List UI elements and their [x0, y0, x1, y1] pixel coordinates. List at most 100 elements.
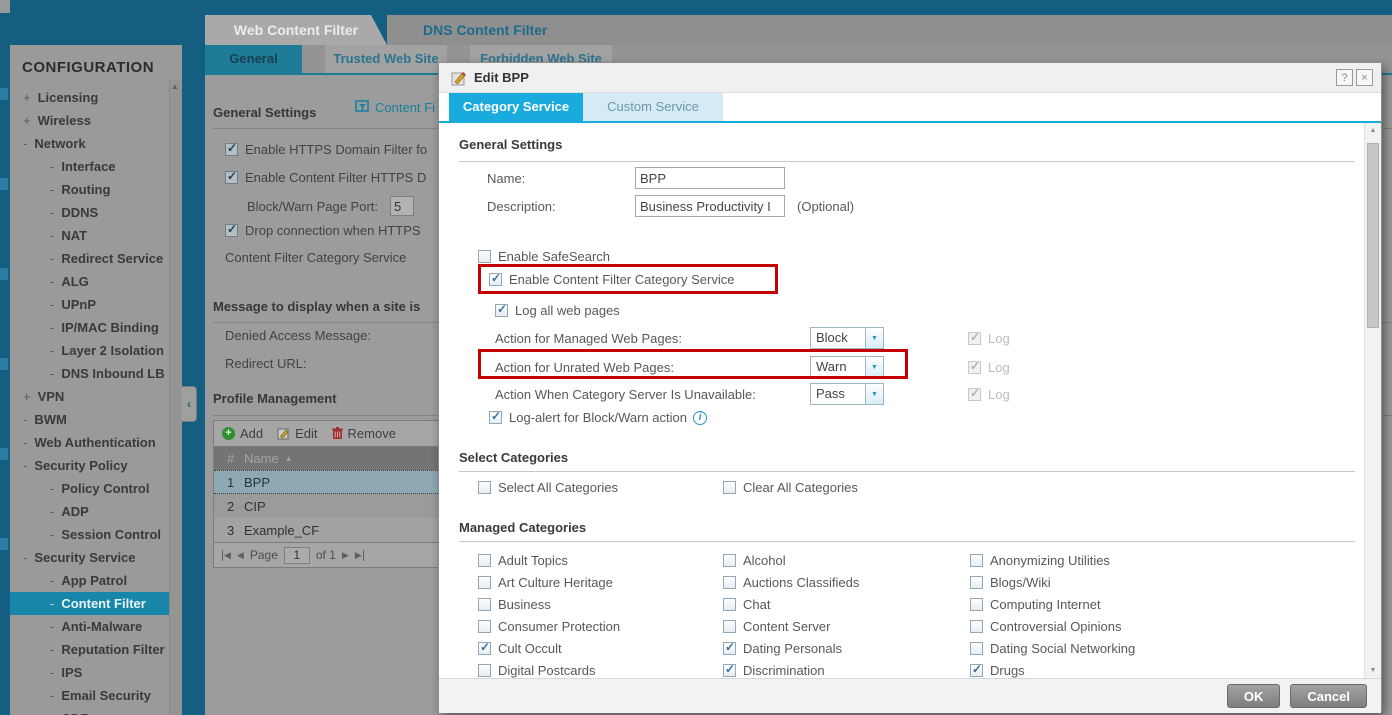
safesearch-checkbox[interactable] — [478, 250, 491, 263]
sidebar-item-vpn[interactable]: +VPN — [10, 385, 182, 408]
category-controversial-opinions[interactable]: Controversial Opinions — [970, 615, 1348, 637]
category-checkbox[interactable] — [478, 598, 491, 611]
sidebar-item-alg[interactable]: -ALG — [10, 270, 182, 293]
sidebar-item-web-authentication[interactable]: -Web Authentication — [10, 431, 182, 454]
close-icon[interactable]: × — [1356, 69, 1373, 86]
info-icon[interactable]: i — [693, 411, 707, 425]
tab-dns-content-filter[interactable]: DNS Content Filter — [387, 22, 547, 38]
sidebar-item-nat[interactable]: -NAT — [10, 224, 182, 247]
category-checkbox[interactable] — [970, 620, 983, 633]
category-dating-social-networking[interactable]: Dating Social Networking — [970, 637, 1348, 659]
page-next-icon[interactable]: ▶ — [342, 550, 349, 561]
sidebar-item-network[interactable]: -Network — [10, 132, 182, 155]
table-row[interactable]: 2CIP — [214, 494, 442, 518]
sidebar-item-interface[interactable]: -Interface — [10, 155, 182, 178]
category-chat[interactable]: Chat — [723, 593, 970, 615]
sidebar-item-layer-2-isolation[interactable]: -Layer 2 Isolation — [10, 339, 182, 362]
sidebar-item-security-service[interactable]: -Security Service — [10, 546, 182, 569]
https-domain-filter-checkbox[interactable] — [225, 143, 238, 156]
tab-category-service[interactable]: Category Service — [449, 93, 583, 121]
sidebar-item-ddns[interactable]: -DDNS — [10, 201, 182, 224]
collapse-sidebar-handle[interactable]: ‹ — [182, 386, 197, 422]
page-first-icon[interactable]: ◀ — [222, 550, 231, 561]
block-warn-port-input[interactable] — [390, 196, 414, 216]
page-last-icon[interactable]: ▶ — [355, 550, 364, 561]
sidebar-item-ip-mac-binding[interactable]: -IP/MAC Binding — [10, 316, 182, 339]
dialog-scrollbar[interactable]: ▲ ▼ — [1364, 123, 1381, 678]
ok-button[interactable]: OK — [1227, 684, 1281, 708]
page-input[interactable] — [284, 547, 310, 564]
category-checkbox[interactable] — [723, 642, 736, 655]
sidebar-item-licensing[interactable]: +Licensing — [10, 86, 182, 109]
category-checkbox[interactable] — [723, 620, 736, 633]
sidebar-item-security-policy[interactable]: -Security Policy — [10, 454, 182, 477]
remove-button[interactable]: Remove — [332, 426, 396, 441]
category-auctions-classifieds[interactable]: Auctions Classifieds — [723, 571, 970, 593]
sidebar-item-upnp[interactable]: -UPnP — [10, 293, 182, 316]
sidebar-item-ips[interactable]: -IPS — [10, 661, 182, 684]
category-checkbox[interactable] — [970, 642, 983, 655]
category-checkbox[interactable] — [723, 598, 736, 611]
category-drugs[interactable]: Drugs — [970, 659, 1348, 678]
table-row[interactable]: 3Example_CF — [214, 518, 442, 542]
scroll-up-icon[interactable]: ▲ — [171, 82, 179, 91]
help-icon[interactable]: ? — [1336, 69, 1353, 86]
category-checkbox[interactable] — [478, 642, 491, 655]
add-button[interactable]: + Add — [222, 426, 263, 441]
sidebar-item-policy-control[interactable]: -Policy Control — [10, 477, 182, 500]
category-digital-postcards[interactable]: Digital Postcards — [478, 659, 723, 678]
col-name[interactable]: Name — [244, 451, 279, 466]
category-checkbox[interactable] — [478, 664, 491, 677]
enable-category-service-checkbox[interactable] — [489, 273, 502, 286]
sidebar-item-cdr[interactable]: -CDR — [10, 707, 182, 715]
category-alcohol[interactable]: Alcohol — [723, 549, 970, 571]
sidebar-item-wireless[interactable]: +Wireless — [10, 109, 182, 132]
category-checkbox[interactable] — [723, 576, 736, 589]
category-checkbox[interactable] — [970, 576, 983, 589]
action-unavailable-dropdown[interactable]: Pass ▼ — [810, 383, 884, 405]
scrollbar-thumb[interactable] — [1367, 143, 1379, 328]
category-checkbox[interactable] — [723, 664, 736, 677]
sidebar-item-session-control[interactable]: -Session Control — [10, 523, 182, 546]
tab-general[interactable]: General — [205, 45, 302, 73]
category-art-culture-heritage[interactable]: Art Culture Heritage — [478, 571, 723, 593]
category-business[interactable]: Business — [478, 593, 723, 615]
category-dating-personals[interactable]: Dating Personals — [723, 637, 970, 659]
action-unrated-dropdown[interactable]: Warn ▼ — [810, 356, 884, 378]
category-blogs-wiki[interactable]: Blogs/Wiki — [970, 571, 1348, 593]
category-checkbox[interactable] — [970, 664, 983, 677]
sidebar-item-reputation-filter[interactable]: -Reputation Filter — [10, 638, 182, 661]
drop-connection-checkbox[interactable] — [225, 224, 238, 237]
sidebar-item-email-security[interactable]: -Email Security — [10, 684, 182, 707]
cancel-button[interactable]: Cancel — [1290, 684, 1367, 708]
category-checkbox[interactable] — [970, 554, 983, 567]
sidebar-item-bwm[interactable]: -BWM — [10, 408, 182, 431]
scroll-down-icon[interactable]: ▼ — [1365, 667, 1381, 674]
tab-trusted-web-site[interactable]: Trusted Web Site — [325, 45, 447, 73]
scroll-up-icon[interactable]: ▲ — [1365, 127, 1381, 134]
category-checkbox[interactable] — [478, 554, 491, 567]
table-row[interactable]: 1BPP — [214, 470, 442, 494]
category-computing-internet[interactable]: Computing Internet — [970, 593, 1348, 615]
sidebar-item-redirect-service[interactable]: -Redirect Service — [10, 247, 182, 270]
cf-https-checkbox[interactable] — [225, 171, 238, 184]
name-field[interactable] — [635, 167, 785, 189]
sidebar-item-content-filter[interactable]: -Content Filter — [10, 592, 182, 615]
clear-all-checkbox[interactable] — [723, 481, 736, 494]
log-alert-checkbox[interactable] — [489, 411, 502, 424]
category-adult-topics[interactable]: Adult Topics — [478, 549, 723, 571]
category-content-server[interactable]: Content Server — [723, 615, 970, 637]
sidebar-item-app-patrol[interactable]: -App Patrol — [10, 569, 182, 592]
category-checkbox[interactable] — [478, 620, 491, 633]
page-prev-icon[interactable]: ◀ — [237, 550, 244, 561]
sidebar-item-adp[interactable]: -ADP — [10, 500, 182, 523]
category-discrimination[interactable]: Discrimination — [723, 659, 970, 678]
category-checkbox[interactable] — [723, 554, 736, 567]
category-checkbox[interactable] — [478, 576, 491, 589]
action-managed-dropdown[interactable]: Block ▼ — [810, 327, 884, 349]
sidebar-item-routing[interactable]: -Routing — [10, 178, 182, 201]
category-cult-occult[interactable]: Cult Occult — [478, 637, 723, 659]
edit-button[interactable]: Edit — [277, 426, 317, 441]
log-all-checkbox[interactable] — [495, 304, 508, 317]
category-checkbox[interactable] — [970, 598, 983, 611]
